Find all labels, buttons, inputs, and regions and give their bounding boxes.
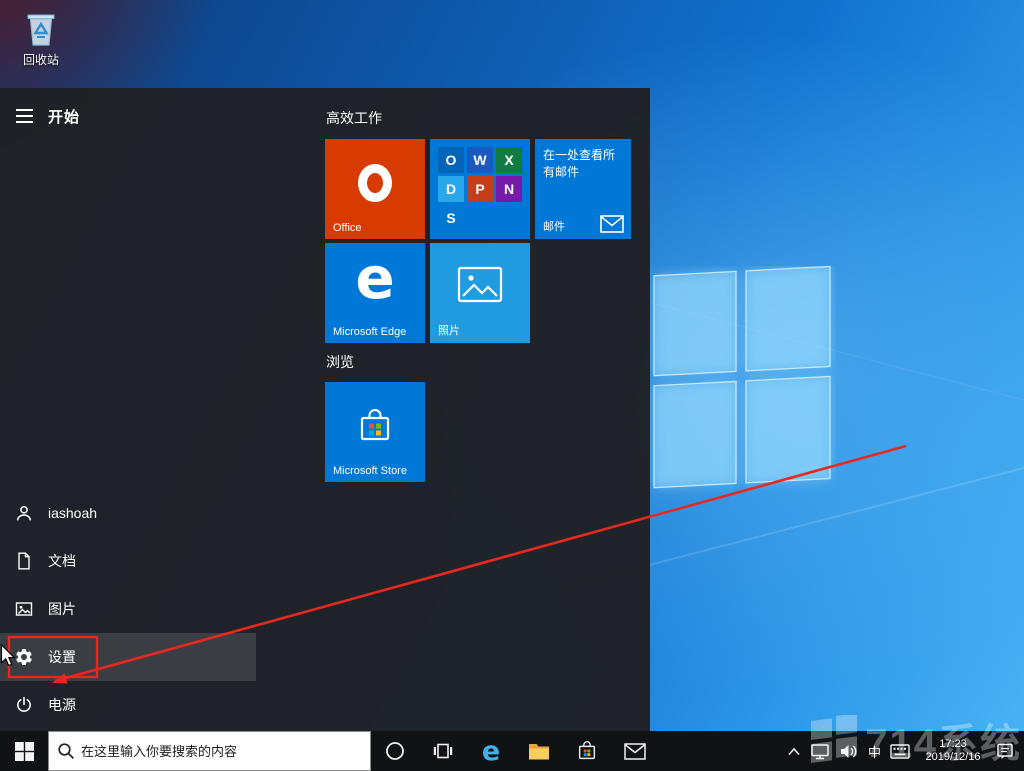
clock-date: 2019/12/16: [925, 751, 981, 763]
pictures-label: 图片: [48, 601, 76, 617]
hamburger-icon: [15, 109, 33, 123]
gear-icon: [16, 649, 32, 665]
tray-overflow-button[interactable]: [787, 747, 801, 756]
tile-group-title-browse: 浏览: [326, 354, 354, 370]
tile-edge[interactable]: e Microsoft Edge: [325, 243, 425, 343]
tile-photos[interactable]: 照片: [430, 243, 530, 343]
start-menu: 开始 iashoah 文档 图片 设置 电源 高效工作 Office O W X…: [0, 88, 650, 731]
tile-edge-label: Microsoft Edge: [333, 326, 407, 338]
start-power-item[interactable]: 电源: [0, 681, 256, 729]
file-explorer-button[interactable]: [515, 731, 563, 771]
network-icon: [811, 744, 829, 760]
tile-office[interactable]: Office: [325, 139, 425, 239]
tile-store[interactable]: Microsoft Store: [325, 382, 425, 482]
start-button[interactable]: [0, 731, 48, 771]
ime-indicator[interactable]: 中: [868, 742, 881, 761]
tile-group-title-productivity: 高效工作: [326, 110, 382, 126]
tile-mail-label: 邮件: [543, 221, 565, 233]
network-button[interactable]: [810, 742, 830, 760]
taskbar-search-box[interactable]: [48, 731, 371, 771]
start-documents-item[interactable]: 文档: [0, 537, 256, 585]
pictures-icon: [15, 602, 33, 616]
cortana-button[interactable]: [371, 731, 419, 771]
settings-label: 设置: [48, 649, 76, 665]
cortana-icon: [386, 742, 404, 760]
office-icon: [358, 164, 392, 202]
documents-label: 文档: [48, 553, 76, 569]
system-tray: 中 17:23 2019/12/16: [787, 731, 1024, 771]
onedrive-icon: D: [438, 176, 464, 202]
powerpoint-icon: P: [467, 176, 493, 202]
clock-time: 17:23: [939, 738, 967, 750]
edge-taskbar-button[interactable]: e: [467, 731, 515, 771]
search-icon: [58, 743, 75, 760]
edge-icon: e: [355, 244, 395, 312]
user-icon: [16, 505, 32, 521]
hamburger-menu-button[interactable]: [0, 109, 48, 123]
power-icon: [17, 696, 31, 712]
word-icon: W: [467, 147, 493, 173]
volume-icon: [840, 744, 857, 758]
outlook-icon: O: [438, 147, 464, 173]
photos-icon: [457, 266, 503, 303]
start-user-item[interactable]: iashoah: [0, 489, 256, 537]
action-center-icon: [997, 743, 1013, 759]
wallpaper-windows-logo: [653, 266, 831, 489]
desktop: 回收站 开始 iashoah 文档 图片 设置 电源 高效工作 Office O…: [0, 0, 1024, 771]
start-settings-item[interactable]: 设置: [0, 633, 256, 681]
tile-photos-label: 照片: [438, 325, 460, 337]
clock[interactable]: 17:23 2019/12/16: [919, 738, 987, 764]
taskbar: e: [0, 731, 1024, 771]
mail-icon: [624, 742, 646, 760]
tile-store-label: Microsoft Store: [333, 465, 407, 477]
keyboard-icon: [890, 743, 910, 759]
task-view-icon: [433, 743, 453, 759]
store-icon: [360, 409, 390, 441]
skype-icon: S: [438, 205, 464, 231]
tile-office-apps-folder[interactable]: O W X D P N S: [430, 139, 530, 239]
edge-icon: e: [481, 735, 501, 767]
store-icon: [578, 741, 596, 760]
start-menu-header: 开始: [0, 96, 256, 136]
volume-button[interactable]: [839, 743, 859, 760]
tile-mail[interactable]: 在一处查看所有邮件 邮件: [535, 139, 631, 239]
onenote-icon: N: [496, 176, 522, 202]
mail-taskbar-button[interactable]: [611, 731, 659, 771]
store-taskbar-button[interactable]: [563, 731, 611, 771]
mail-icon: [600, 215, 624, 233]
user-name-label: iashoah: [48, 505, 98, 521]
documents-icon: [18, 552, 30, 570]
chevron-up-icon: [788, 747, 800, 755]
power-label: 电源: [48, 697, 76, 713]
search-input[interactable]: [81, 743, 362, 759]
task-view-button[interactable]: [419, 731, 467, 771]
file-explorer-icon: [529, 743, 549, 759]
start-pictures-item[interactable]: 图片: [0, 585, 256, 633]
action-center-button[interactable]: [996, 742, 1014, 760]
recycle-bin-icon: [27, 14, 55, 46]
windows-logo-icon: [14, 741, 34, 761]
start-menu-title: 开始: [48, 108, 81, 126]
touch-keyboard-button[interactable]: [890, 743, 910, 759]
tile-mail-description: 在一处查看所有邮件: [543, 148, 616, 179]
recycle-bin-label: 回收站: [22, 53, 59, 67]
tile-office-label: Office: [333, 222, 362, 234]
excel-icon: X: [496, 147, 522, 173]
recycle-bin[interactable]: 回收站: [12, 6, 70, 68]
